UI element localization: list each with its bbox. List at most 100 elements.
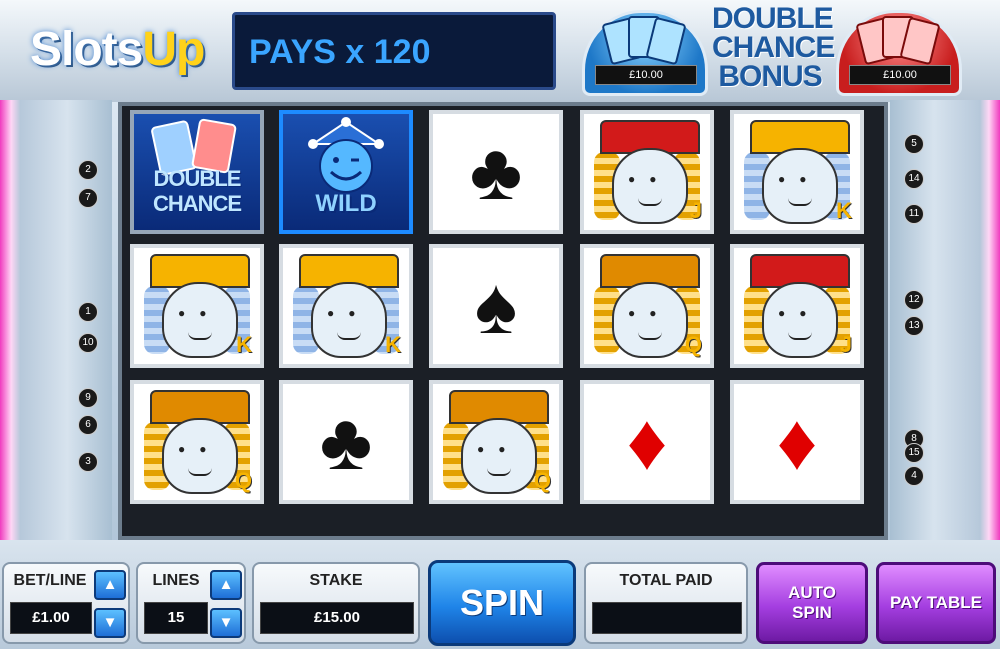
mouth-icon bbox=[337, 332, 361, 340]
queen-symbol: ●● Q bbox=[429, 380, 563, 504]
stake-value: £15.00 bbox=[260, 602, 414, 634]
card-rank: K bbox=[385, 332, 401, 357]
payline-marker[interactable]: 3 bbox=[78, 452, 98, 472]
lines-value: 15 bbox=[144, 602, 208, 634]
suit-symbol: ♦ bbox=[730, 380, 864, 504]
logo-main: Slots bbox=[30, 23, 143, 76]
bonus-title-line: DOUBLE bbox=[712, 2, 834, 35]
head-icon: ●● bbox=[311, 282, 387, 358]
spin-button[interactable]: SPIN bbox=[428, 560, 576, 646]
eyes-icon: ●● bbox=[778, 306, 821, 320]
eyes-icon: ●● bbox=[178, 306, 221, 320]
total-paid-value bbox=[592, 602, 742, 634]
mouth-icon bbox=[638, 198, 662, 206]
king-symbol: ●● K bbox=[130, 244, 264, 368]
suit-symbol: ♣ bbox=[429, 110, 563, 234]
double-chance-line: DOUBLE bbox=[153, 166, 242, 191]
blue-cards-icon bbox=[602, 16, 686, 65]
eyes-icon: ●● bbox=[628, 306, 671, 320]
jack-symbol: ●● J bbox=[580, 110, 714, 234]
eyes-icon: ●● bbox=[178, 442, 221, 456]
auto-spin-button[interactable]: AUTO SPIN bbox=[756, 562, 868, 644]
mouth-icon bbox=[788, 332, 812, 340]
payline-marker[interactable]: 9 bbox=[78, 388, 98, 408]
diamond-icon: ♦ bbox=[776, 397, 818, 486]
eyes-icon: ●● bbox=[628, 172, 671, 186]
bonus-card-red: £10.00 bbox=[836, 10, 962, 96]
head-icon: ●● bbox=[162, 282, 238, 358]
king-symbol: ●● K bbox=[730, 110, 864, 234]
auto-spin-label: SPIN bbox=[792, 603, 832, 622]
payline-marker[interactable]: 2 bbox=[78, 160, 98, 180]
bet-increase-button[interactable]: ▲ bbox=[94, 570, 126, 600]
pay-table-button[interactable]: PAY TABLE bbox=[876, 562, 996, 644]
slotsup-logo: SlotsUp bbox=[10, 8, 235, 88]
pays-display: PAYS x 120 bbox=[232, 12, 556, 90]
card-rank: K bbox=[236, 332, 252, 357]
total-paid-label: TOTAL PAID bbox=[619, 572, 713, 589]
stake-label: STAKE bbox=[309, 572, 363, 589]
payline-marker[interactable]: 14 bbox=[904, 169, 924, 189]
card-rank: Q bbox=[234, 468, 252, 493]
payline-marker[interactable]: 12 bbox=[904, 290, 924, 310]
mouth-icon bbox=[788, 198, 812, 206]
payline-marker[interactable]: 4 bbox=[904, 466, 924, 486]
bet-line-label: BET/LINE bbox=[13, 572, 87, 589]
bonus-red-value: £10.00 bbox=[849, 65, 951, 85]
lines-increase-button[interactable]: ▲ bbox=[210, 570, 242, 600]
bonus-title-line: BONUS bbox=[718, 60, 822, 93]
mouth-icon bbox=[188, 332, 212, 340]
head-icon: ●● bbox=[762, 148, 838, 224]
logo-text: SlotsUp bbox=[30, 22, 205, 77]
lines-label: LINES bbox=[152, 572, 200, 589]
payline-marker[interactable]: 10 bbox=[78, 333, 98, 353]
left-side-panel: 2 7 1 10 9 6 3 bbox=[0, 100, 112, 540]
bet-line-control: BET/LINE £1.00 ▲ ▼ bbox=[2, 562, 130, 644]
card-rank: J bbox=[839, 332, 852, 357]
right-side-panel: 5 14 11 12 13 8 15 4 bbox=[890, 100, 1000, 540]
double-chance-symbol: DOUBLE CHANCE bbox=[130, 110, 264, 234]
logo-accent: Up bbox=[142, 23, 205, 76]
lines-decrease-button[interactable]: ▼ bbox=[210, 608, 242, 638]
suit-symbol: ♣ bbox=[279, 380, 413, 504]
head-icon: ●● bbox=[612, 148, 688, 224]
suit-symbol: ♠ bbox=[429, 244, 563, 368]
eyes-icon: ●● bbox=[477, 442, 520, 456]
lines-control: LINES 15 ▲ ▼ bbox=[136, 562, 246, 644]
club-icon: ♣ bbox=[319, 397, 373, 486]
mouth-icon bbox=[638, 332, 662, 340]
bonus-title-line: CHANCE bbox=[712, 31, 835, 64]
double-chance-bonus-title: DOUBLE CHANCE BONUS bbox=[712, 2, 835, 93]
queen-symbol: ●● Q bbox=[580, 244, 714, 368]
diamond-icon: ♦ bbox=[626, 397, 668, 486]
queen-symbol: ●● Q bbox=[130, 380, 264, 504]
head-icon: ●● bbox=[762, 282, 838, 358]
card-rank: J bbox=[689, 198, 702, 223]
payline-marker[interactable]: 6 bbox=[78, 415, 98, 435]
mouth-icon bbox=[487, 468, 511, 476]
jack-symbol: ●● J bbox=[730, 244, 864, 368]
card-rank: Q bbox=[533, 468, 551, 493]
king-symbol: ●● K bbox=[279, 244, 413, 368]
payline-marker[interactable]: 11 bbox=[904, 204, 924, 224]
spade-icon: ♠ bbox=[474, 261, 518, 350]
double-chance-line: CHANCE bbox=[152, 191, 242, 216]
pays-multiplier-text: PAYS x 120 bbox=[249, 33, 431, 71]
wild-label: WILD bbox=[315, 190, 377, 217]
wild-joker-symbol: WILD bbox=[279, 110, 413, 234]
bet-line-value: £1.00 bbox=[10, 602, 92, 634]
payline-marker[interactable]: 1 bbox=[78, 302, 98, 322]
mouth-icon bbox=[188, 468, 212, 476]
head-icon: ●● bbox=[162, 418, 238, 494]
payline-marker[interactable]: 7 bbox=[78, 188, 98, 208]
joker-icon bbox=[308, 117, 384, 193]
bet-decrease-button[interactable]: ▼ bbox=[94, 608, 126, 638]
double-chance-label: DOUBLE CHANCE bbox=[134, 166, 260, 216]
club-icon: ♣ bbox=[469, 127, 523, 216]
payline-marker[interactable]: 13 bbox=[904, 316, 924, 336]
card-rank: Q bbox=[684, 332, 702, 357]
head-icon: ●● bbox=[612, 282, 688, 358]
payline-marker[interactable]: 5 bbox=[904, 134, 924, 154]
payline-marker[interactable]: 15 bbox=[904, 443, 924, 463]
suit-symbol: ♦ bbox=[580, 380, 714, 504]
